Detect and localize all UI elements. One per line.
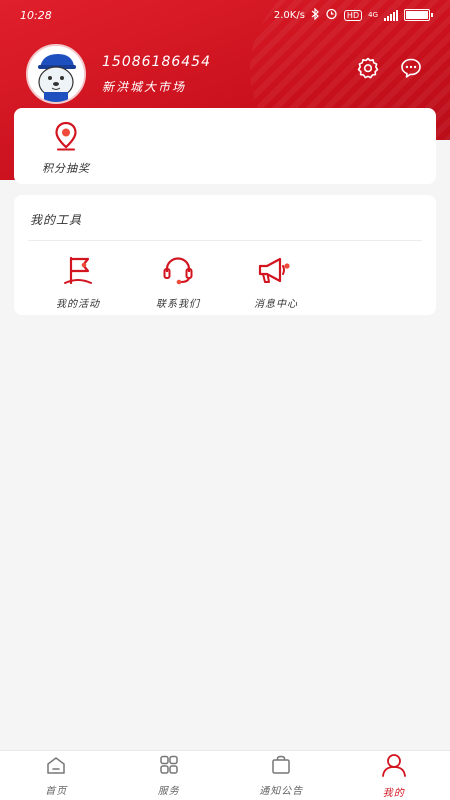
contact-us-label: 联系我们	[156, 299, 200, 310]
bluetooth-icon	[311, 7, 319, 23]
user-phone: 15086186454	[102, 53, 211, 70]
location-pin-icon	[36, 120, 96, 156]
bottom-tab-bar: 首页 服务 通知公告 我的	[0, 750, 450, 800]
tab-home-label: 首页	[45, 785, 68, 797]
my-activities-button[interactable]: 我的活动	[38, 255, 118, 310]
tab-service-label: 服务	[157, 785, 180, 797]
tab-notices-label: 通知公告	[259, 785, 304, 797]
home-icon	[45, 755, 67, 779]
tab-service[interactable]: 服务	[113, 751, 226, 800]
user-market: 新洪城大市场	[102, 79, 187, 94]
status-time: 10:28	[20, 8, 52, 22]
tab-home[interactable]: 首页	[0, 751, 113, 800]
gear-icon[interactable]	[356, 56, 380, 80]
user-icon	[380, 753, 408, 781]
tab-notices[interactable]: 通知公告	[225, 751, 338, 800]
contact-us-button[interactable]: 联系我们	[138, 255, 218, 310]
divider	[28, 240, 422, 241]
flag-icon	[38, 255, 118, 289]
status-indicators: 2.0K/s HD 4G	[273, 7, 433, 23]
profile-block[interactable]: 15086186454 新洪城大市场	[26, 44, 211, 104]
tools-card: 我的工具 我的活动 联系我们 消息中心	[14, 195, 436, 315]
battery-icon	[404, 9, 433, 21]
headset-icon	[138, 255, 218, 289]
points-lottery-label: 积分抽奖	[42, 162, 90, 175]
megaphone-icon	[236, 255, 316, 289]
avatar[interactable]	[26, 44, 86, 104]
signal-icon	[384, 9, 398, 21]
tools-title: 我的工具	[30, 213, 83, 227]
hd-badge: HD	[343, 9, 363, 21]
points-lottery-button[interactable]: 积分抽奖	[36, 120, 96, 176]
my-activities-label: 我的活动	[56, 299, 100, 310]
chat-bubble-icon[interactable]	[399, 56, 423, 80]
points-card: 积分抽奖	[14, 108, 436, 184]
status-bar: 10:28 2.0K/s HD 4G	[0, 0, 450, 30]
tab-mine[interactable]: 我的	[338, 751, 450, 800]
alarm-icon	[325, 7, 338, 23]
bag-icon	[270, 755, 292, 779]
network-type: 4G	[368, 11, 378, 19]
message-center-button[interactable]: 消息中心	[236, 255, 316, 310]
tab-mine-label: 我的	[382, 787, 405, 799]
grid-icon	[158, 755, 180, 779]
message-center-label: 消息中心	[254, 299, 298, 310]
network-speed: 2.0K/s	[273, 9, 305, 21]
